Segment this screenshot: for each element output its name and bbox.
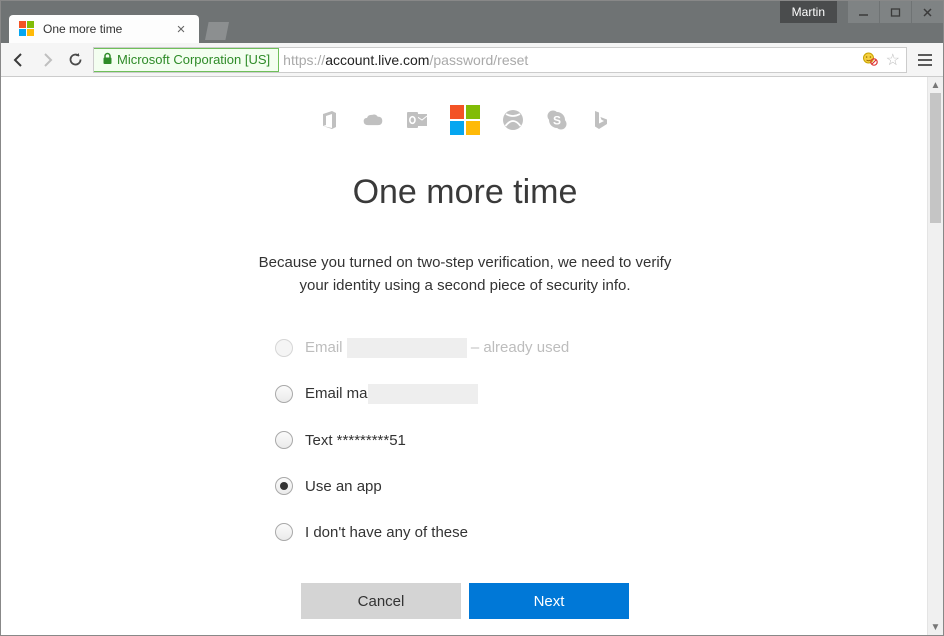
onedrive-icon xyxy=(362,109,384,131)
maximize-button[interactable] xyxy=(879,1,911,23)
user-badge[interactable]: Martin xyxy=(780,1,837,23)
ssl-org-name: Microsoft Corporation [US] xyxy=(117,52,270,67)
option-label: Email – already used xyxy=(305,338,569,358)
page-description: Because you turned on two-step verificat… xyxy=(255,252,675,297)
browser-tab[interactable]: One more time × xyxy=(9,15,199,43)
option-label: I don't have any of these xyxy=(305,524,468,541)
verification-option-1[interactable]: Email ma xyxy=(275,383,655,405)
forward-button[interactable] xyxy=(37,50,57,70)
xbox-icon xyxy=(502,109,524,131)
minimize-button[interactable] xyxy=(847,1,879,23)
option-label: Use an app xyxy=(305,478,382,495)
tab-close-icon[interactable]: × xyxy=(173,21,189,37)
skype-icon: S xyxy=(546,109,568,131)
scrollbar[interactable]: ▲ ▼ xyxy=(927,77,943,635)
hamburger-menu-icon[interactable] xyxy=(915,50,935,70)
radio-icon xyxy=(275,523,293,541)
scroll-down-icon[interactable]: ▼ xyxy=(928,619,943,635)
outlook-icon xyxy=(406,109,428,131)
option-label: Text *********51 xyxy=(305,432,406,449)
option-label: Email ma xyxy=(305,384,478,404)
redacted-block xyxy=(368,384,478,404)
redacted-block xyxy=(347,338,467,358)
reload-button[interactable] xyxy=(65,50,85,70)
verification-options: Email – already used Email ma Text *******… xyxy=(275,337,655,543)
page-viewport: S One more time Because you turned on tw… xyxy=(1,77,943,635)
browser-toolbar: Microsoft Corporation [US] https://accou… xyxy=(1,43,943,77)
next-button[interactable]: Next xyxy=(469,583,629,619)
microsoft-logo-icon xyxy=(450,105,480,135)
verification-option-2[interactable]: Text *********51 xyxy=(275,429,655,451)
office-icon xyxy=(318,109,340,131)
page-title: One more time xyxy=(185,173,745,212)
scroll-up-icon[interactable]: ▲ xyxy=(928,77,943,93)
ssl-badge[interactable]: Microsoft Corporation [US] xyxy=(93,48,279,72)
radio-icon xyxy=(275,385,293,403)
new-tab-button[interactable] xyxy=(205,22,229,40)
extension-icon[interactable] xyxy=(862,50,878,69)
scrollbar-thumb[interactable] xyxy=(930,93,941,223)
bing-icon xyxy=(590,109,612,131)
tab-title: One more time xyxy=(43,22,122,36)
radio-icon xyxy=(275,339,293,357)
bookmark-icon[interactable]: ☆ xyxy=(886,50,900,70)
url-display: https://account.live.com/password/reset xyxy=(279,52,528,68)
verification-option-3[interactable]: Use an app xyxy=(275,475,655,497)
brand-icon-bar: S xyxy=(185,105,745,135)
verification-option-4[interactable]: I don't have any of these xyxy=(275,521,655,543)
window-controls: Martin xyxy=(780,1,943,25)
browser-window: Martin One more time × xyxy=(0,0,944,636)
address-bar[interactable]: Microsoft Corporation [US] https://accou… xyxy=(93,47,907,73)
radio-icon xyxy=(275,431,293,449)
microsoft-favicon-icon xyxy=(19,21,35,37)
svg-text:S: S xyxy=(553,114,561,128)
back-button[interactable] xyxy=(9,50,29,70)
lock-icon xyxy=(102,52,113,68)
verification-option-0: Email – already used xyxy=(275,337,655,359)
close-button[interactable] xyxy=(911,1,943,23)
radio-icon xyxy=(275,477,293,495)
cancel-button[interactable]: Cancel xyxy=(301,583,461,619)
